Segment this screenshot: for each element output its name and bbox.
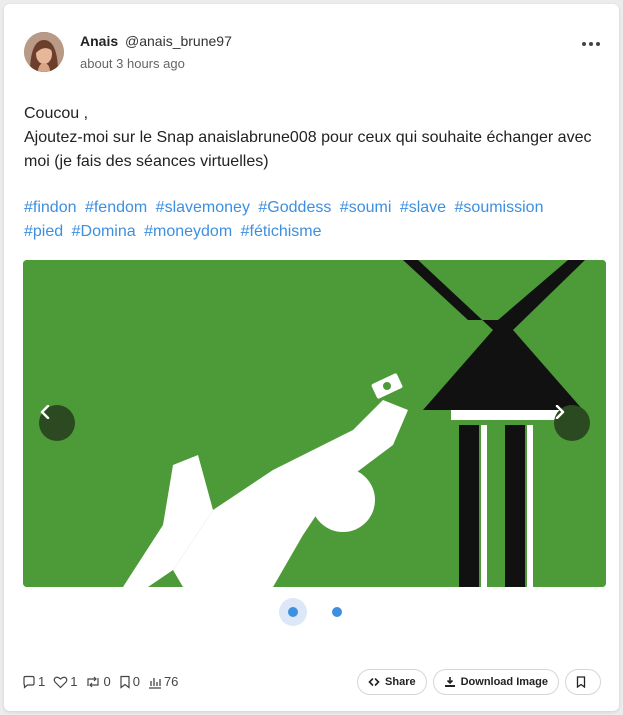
download-icon — [444, 677, 455, 687]
avatar[interactable] — [24, 32, 64, 72]
hashtag-link[interactable]: #Goddess — [258, 199, 331, 216]
share-label: Share — [385, 676, 416, 688]
carousel-next-button[interactable] — [554, 405, 590, 441]
hashtag-link[interactable]: #slavemoney — [156, 199, 250, 216]
carousel-prev-button[interactable] — [39, 405, 75, 441]
share-icon — [368, 678, 380, 686]
comment-icon — [23, 675, 35, 689]
save-bookmark-button[interactable] — [565, 669, 601, 695]
post-actions: Share Download Image — [351, 669, 601, 695]
post-timestamp[interactable]: about 3 hours ago — [80, 56, 232, 71]
bookmark-icon — [576, 676, 585, 688]
hashtag-link[interactable]: #Domina — [72, 223, 136, 240]
post-image — [23, 260, 606, 587]
repost-stat[interactable]: 0 — [85, 674, 111, 689]
download-label: Download Image — [460, 676, 548, 688]
hashtag-link[interactable]: #soumi — [340, 199, 392, 216]
post-body: Coucou , Ajoutez-moi sur le Snap anaisla… — [24, 102, 604, 174]
hashtag-link[interactable]: #fendom — [85, 199, 147, 216]
like-stat[interactable]: 1 — [53, 674, 77, 689]
chevron-right-icon — [555, 405, 565, 419]
hashtag-link[interactable]: #pied — [24, 223, 63, 240]
hashtag-link[interactable]: #soumission — [455, 199, 544, 216]
hashtag-link[interactable]: #findon — [24, 199, 77, 216]
author-block: Anais @anais_brune97 about 3 hours ago — [80, 33, 232, 71]
views-chart-icon — [148, 677, 161, 689]
post-footer: 1 1 0 0 76 Share Download Image — [22, 669, 601, 695]
comment-count: 1 — [38, 674, 46, 689]
share-button[interactable]: Share — [357, 669, 427, 695]
image-carousel[interactable] — [23, 260, 606, 587]
repost-icon — [87, 676, 100, 687]
post-stats: 1 1 0 0 76 — [22, 674, 186, 689]
post-header: Anais @anais_brune97 about 3 hours ago — [24, 32, 232, 72]
bookmark-stat[interactable]: 0 — [119, 674, 140, 689]
carousel-dot-active[interactable] — [279, 598, 307, 626]
download-image-button[interactable]: Download Image — [432, 669, 559, 695]
carousel-dot[interactable] — [323, 598, 351, 626]
post-card: Anais @anais_brune97 about 3 hours ago C… — [4, 4, 619, 711]
comment-stat[interactable]: 1 — [22, 674, 45, 689]
post-text-line: Coucou , — [24, 105, 89, 122]
hashtag-link[interactable]: #moneydom — [144, 223, 232, 240]
carousel-indicators — [279, 598, 351, 626]
author-line: Anais @anais_brune97 — [80, 33, 232, 49]
hashtag-list: #findon #fendom #slavemoney #Goddess #so… — [24, 196, 604, 244]
hashtag-link[interactable]: #slave — [400, 199, 446, 216]
author-handle[interactable]: @anais_brune97 — [125, 33, 232, 49]
views-stat[interactable]: 76 — [148, 674, 178, 689]
hashtag-link[interactable]: #fétichisme — [241, 223, 322, 240]
bookmark-icon — [120, 675, 130, 689]
more-options-icon[interactable] — [582, 39, 600, 49]
repost-count: 0 — [103, 674, 111, 689]
like-count: 1 — [70, 674, 78, 689]
bookmark-count: 0 — [132, 674, 140, 689]
heart-icon — [53, 676, 68, 688]
chevron-left-icon — [40, 405, 50, 419]
views-count: 76 — [163, 674, 179, 689]
author-name[interactable]: Anais — [80, 33, 118, 49]
post-text-line: Ajoutez-moi sur le Snap anaislabrune008 … — [24, 129, 592, 170]
